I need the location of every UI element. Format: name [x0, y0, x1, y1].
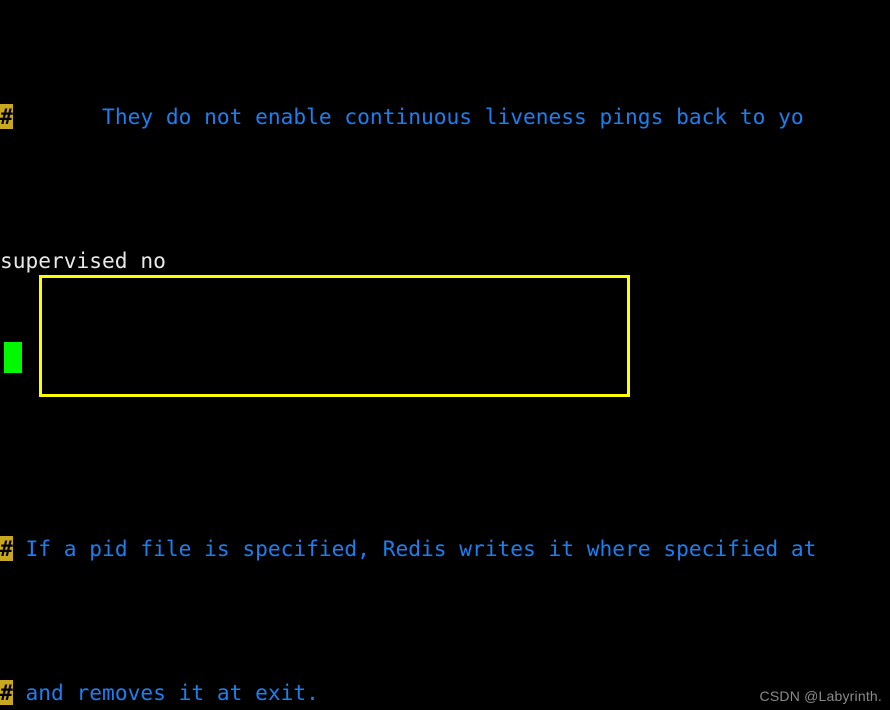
comment-hash: #	[0, 536, 13, 561]
terminal-line: # If a pid file is specified, Redis writ…	[0, 531, 890, 567]
watermark-text: CSDN @Labyrinth.	[759, 688, 882, 704]
terminal-text-buffer: # They do not enable continuous liveness…	[0, 0, 890, 710]
comment-hash: #	[0, 104, 13, 129]
terminal-line: # They do not enable continuous liveness…	[0, 99, 890, 135]
comment-text: They do not enable continuous liveness p…	[12, 104, 804, 129]
terminal-line: # and removes it at exit.	[0, 675, 890, 710]
directive-text: supervised no	[0, 248, 166, 273]
terminal-line: supervised no	[0, 243, 890, 279]
terminal-window[interactable]: # They do not enable continuous liveness…	[0, 0, 890, 710]
comment-hash: #	[0, 680, 13, 705]
comment-text: If a pid file is specified, Redis writes…	[12, 536, 817, 561]
block-cursor	[4, 342, 22, 373]
comment-text: and removes it at exit.	[12, 680, 319, 705]
